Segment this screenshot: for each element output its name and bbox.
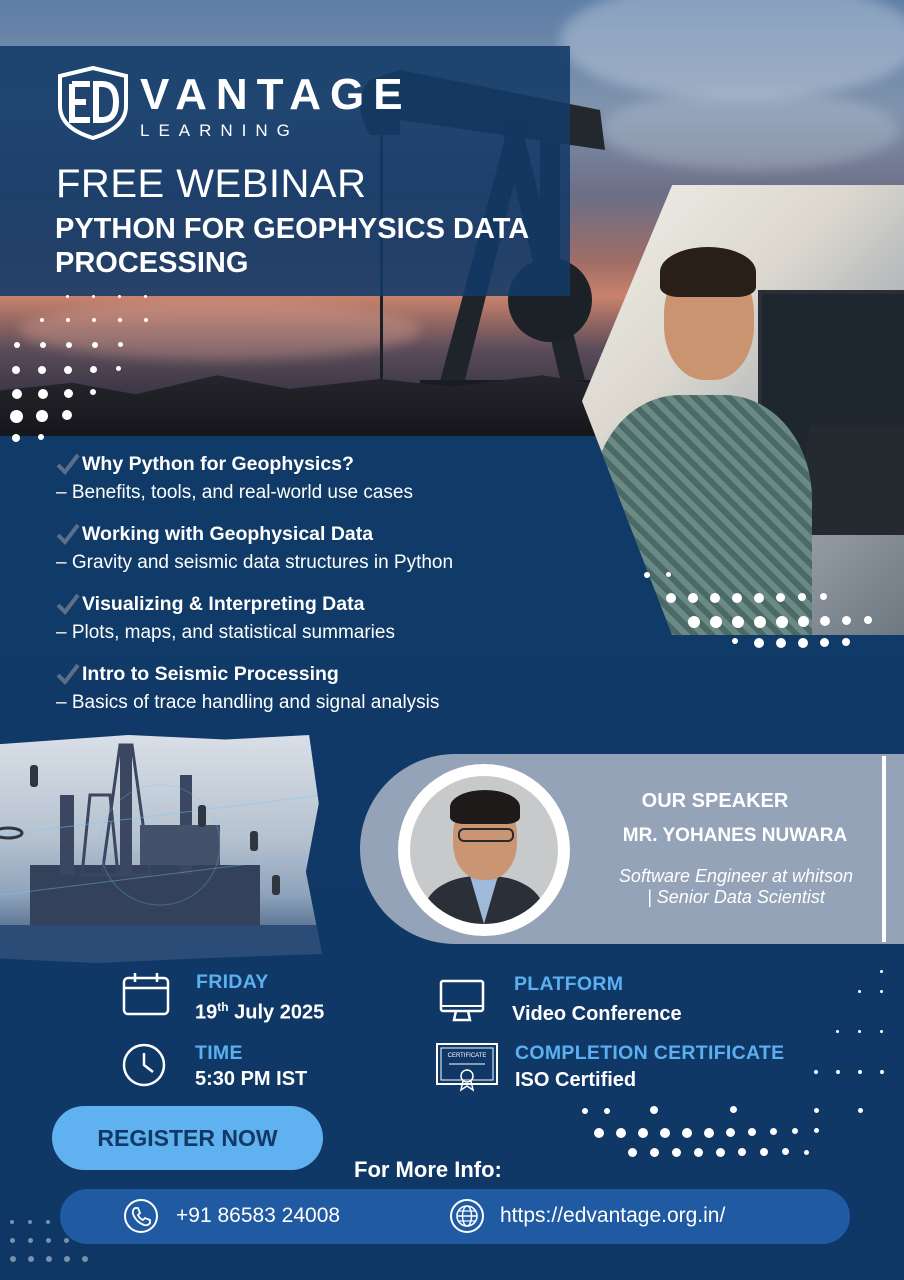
monitor-icon (439, 979, 485, 1022)
certificate-badge-text: CERTIFICATE (448, 1053, 487, 1059)
checkmark-icon (56, 523, 80, 545)
speaker-card-divider (882, 756, 886, 942)
logo-subtitle: LEARNING (140, 121, 299, 140)
logo-wordmark: VANTAGE (140, 70, 412, 119)
event-kicker: FREE WEBINAR (56, 162, 367, 206)
agenda-item-title: Working with Geophysical Data (82, 522, 374, 545)
more-info-label: For More Info: (354, 1157, 502, 1182)
webinar-flyer: VANTAGE LEARNING FREE WEBINAR PYTHON FOR… (0, 0, 904, 1280)
event-time: 5:30 PM IST (195, 1068, 308, 1090)
agenda-item-detail: – Gravity and seismic data structures in… (56, 552, 454, 573)
platform-label: PLATFORM (514, 973, 624, 995)
platform-value: Video Conference (512, 1003, 682, 1025)
agenda-item: Working with Geophysical Data – Gravity … (56, 520, 576, 590)
agenda-item-detail: – Benefits, tools, and real-world use ca… (56, 482, 413, 503)
agenda-item-title: Intro to Seismic Processing (82, 662, 339, 685)
agenda-item: Visualizing & Interpreting Data – Plots,… (56, 590, 576, 660)
speaker-heading: OUR SPEAKER (641, 790, 789, 812)
agenda-item-detail: – Basics of trace handling and signal an… (56, 692, 440, 713)
event-date: 19th July 2025 (195, 1000, 325, 1024)
calendar-icon (122, 973, 170, 1016)
certificate-label: COMPLETION CERTIFICATE (515, 1042, 785, 1064)
phone-icon[interactable] (124, 1199, 158, 1233)
checkmark-icon (56, 593, 80, 615)
clock-icon (122, 1043, 166, 1087)
globe-icon[interactable] (450, 1199, 484, 1233)
dot-pattern-left (0, 290, 180, 450)
certificate-value: ISO Certified (515, 1069, 637, 1091)
course-title: PYTHON FOR GEOPHYSICS DATA PROCESSING (55, 213, 529, 279)
agenda-item-title: Why Python for Geophysics? (82, 452, 354, 475)
speaker-role: Software Engineer at whitson | Senior Da… (618, 866, 854, 907)
checkmark-icon (56, 663, 80, 685)
speaker-name: MR. YOHANES NUWARA (622, 825, 848, 846)
edvantage-logo-icon (58, 66, 128, 140)
dot-pattern-right (640, 568, 904, 648)
agenda-item: Intro to Seismic Processing – Basics of … (56, 660, 576, 730)
checkmark-icon (56, 453, 80, 475)
phone-number[interactable]: +91 86583 24008 (176, 1204, 340, 1228)
certificate-icon: CERTIFICATE (436, 1043, 498, 1092)
website-link[interactable]: https://edvantage.org.in/ (500, 1204, 725, 1228)
time-label: TIME (195, 1042, 243, 1064)
agenda-item-title: Visualizing & Interpreting Data (82, 592, 365, 615)
agenda-list: Why Python for Geophysics? – Benefits, t… (56, 450, 576, 730)
register-button[interactable]: REGISTER NOW (52, 1106, 323, 1170)
agenda-item: Why Python for Geophysics? – Benefits, t… (56, 450, 576, 520)
offshore-rig-photo (0, 735, 322, 963)
day-label: FRIDAY (196, 971, 269, 993)
speaker-photo (410, 776, 558, 924)
agenda-item-detail: – Plots, maps, and statistical summaries (56, 622, 395, 643)
